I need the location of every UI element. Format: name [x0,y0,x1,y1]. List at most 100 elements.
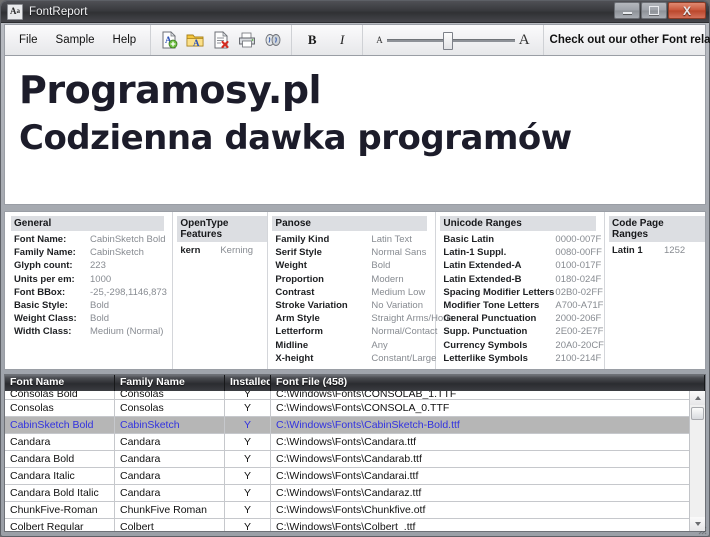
info-value: Kerning [220,245,254,256]
info-row: Weight Class: Bold [11,312,172,325]
info-row: Currency Symbols 20A0-20CF [440,339,604,352]
scroll-down-arrow-icon[interactable] [690,517,705,531]
cell-font-file: C:\Windows\Fonts\CONSOLA_0.TTF [271,400,705,416]
column-header-font-file[interactable]: Font File (458) [271,375,705,391]
cell-family-name: Candara [115,468,225,484]
info-row: General Punctuation 2000-206F [440,312,604,325]
info-value: CabinSketch [90,247,144,259]
menu-item-help[interactable]: Help [104,31,146,49]
info-value: Constant/Large [371,352,437,364]
info-row: Glyph count: 223 [11,259,172,272]
close-button[interactable]: X [668,2,706,19]
bold-button[interactable]: B [301,30,323,50]
scroll-up-arrow-icon[interactable] [690,391,705,405]
sample-text-line-2: Codzienna dawka programów [19,118,572,158]
info-key: General Punctuation [443,313,537,325]
table-row[interactable]: Colbert Regular Colbert Y C:\Windows\Fon… [5,519,705,531]
add-font-icon[interactable]: A [158,29,180,51]
info-value: A700-A71F [555,300,604,312]
info-row: Modifier Tone Letters A700-A71F [440,299,604,312]
panel-general-title: General [11,216,165,231]
size-large-label: A [518,31,530,48]
cell-installed: Y [225,391,271,399]
cell-installed: Y [225,400,271,416]
cell-installed: Y [225,519,271,531]
cell-family-name: Consolas [115,391,225,399]
format-group: B I [292,25,364,55]
maximize-button[interactable] [641,2,667,19]
menu-item-file[interactable]: File [10,31,47,49]
cell-font-name: ChunkFive-Roman [5,502,115,518]
column-header-installed[interactable]: Installed [225,375,271,391]
menu-item-sample[interactable]: Sample [47,31,104,49]
info-row: Latin 1 1252 [609,244,705,257]
italic-button[interactable]: I [331,30,353,50]
info-key: Midline [275,339,309,351]
cell-font-file: C:\Windows\Fonts\Candara.ttf [271,434,705,450]
table-row[interactable]: Consolas Bold Consolas Y C:\Windows\Font… [5,391,705,400]
window-controls: X [614,2,706,19]
table-vertical-scrollbar[interactable] [689,391,705,531]
info-key: Contrast [275,286,315,298]
cell-font-name: Candara Bold [5,451,115,467]
info-key: Latin Extended-A [443,260,522,272]
table-row[interactable]: ChunkFive-Roman ChunkFive Roman Y C:\Win… [5,502,705,519]
panel-codepage-title: Code Page Ranges [609,216,705,242]
sample-preview-pane[interactable]: Programosy.pl Codzienna dawka programów [4,55,706,205]
info-value: Any [371,339,388,351]
minimize-button[interactable] [614,2,640,19]
scrollbar-thumb[interactable] [691,407,704,420]
promo-area: Check out our other Font related softwar… [544,25,710,55]
info-value: -25,-298,1146,873 [90,286,167,298]
app-window: Aa FontReport X File Sample Help A A B I… [0,0,710,537]
info-key: Font Name: [14,234,67,245]
info-value: 0000-007F [555,234,602,245]
panel-unicode-ranges: Unicode Ranges Basic Latin 0000-007F Lati… [436,212,605,369]
info-value: 1000 [90,273,112,285]
info-key: Family Name: [14,247,76,259]
table-row[interactable]: Candara Candara Y C:\Windows\Fonts\Canda… [5,434,705,451]
font-size-slider[interactable] [386,31,515,50]
cell-family-name: Consolas [115,400,225,416]
about-icon[interactable] [262,29,284,51]
table-row[interactable]: Candara Bold Italic Candara Y C:\Windows… [5,485,705,502]
cell-font-file: C:\Windows\Fonts\Candarab.ttf [271,451,705,467]
cell-family-name: CabinSketch [115,417,225,433]
table-row[interactable]: Candara Bold Candara Y C:\Windows\Fonts\… [5,451,705,468]
cell-family-name: Candara [115,434,225,450]
info-row: Width Class: Medium (Normal) [11,325,172,338]
table-header-row: Font Name Family Name Installed Font Fil… [5,375,705,391]
table-row[interactable]: Consolas Consolas Y C:\Windows\Fonts\CON… [5,400,705,417]
info-row: Family Kind Latin Text [272,233,435,246]
svg-text:A: A [193,38,200,48]
info-key: Stroke Variation [275,300,348,312]
info-value: 1252 [664,245,686,256]
info-row: Latin-1 Suppl. 0080-00FF [440,246,604,259]
cell-installed: Y [225,502,271,518]
info-row: Latin Extended-A 0100-017F [440,259,604,272]
info-key: Units per em: [14,273,75,285]
print-icon[interactable] [236,29,258,51]
info-key: Currency Symbols [443,339,528,351]
info-row: Font Name: CabinSketch Bold [11,233,172,246]
info-row: X-height Constant/Large [272,352,437,365]
font-info-panels: General Font Name: CabinSketch Bold Famil… [4,211,706,370]
cell-font-file: C:\Windows\Fonts\CabinSketch-Bold.ttf [271,417,705,433]
info-value: Bold [371,260,391,272]
info-key: Weight Class: [14,313,77,325]
open-folder-font-icon[interactable]: A [184,29,206,51]
info-row: Serif Style Normal Sans [272,246,435,259]
table-row[interactable]: Candara Italic Candara Y C:\Windows\Font… [5,468,705,485]
info-row: Stroke Variation No Variation [272,299,435,312]
remove-font-icon[interactable] [210,29,232,51]
promo-text: Check out our other Font related softwar… [549,34,710,46]
info-value: 02B0-02FF [555,286,603,298]
table-row-selected[interactable]: CabinSketch Bold CabinSketch Y C:\Window… [5,417,705,434]
font-list-table: Font Name Family Name Installed Font Fil… [4,374,706,532]
info-key: Latin-1 Suppl. [443,247,507,259]
menu-bar: File Sample Help [5,25,152,55]
slider-thumb[interactable] [443,32,453,50]
column-header-family-name[interactable]: Family Name [115,375,225,391]
info-row: Proportion Modern [272,273,435,286]
column-header-font-name[interactable]: Font Name [5,375,115,391]
